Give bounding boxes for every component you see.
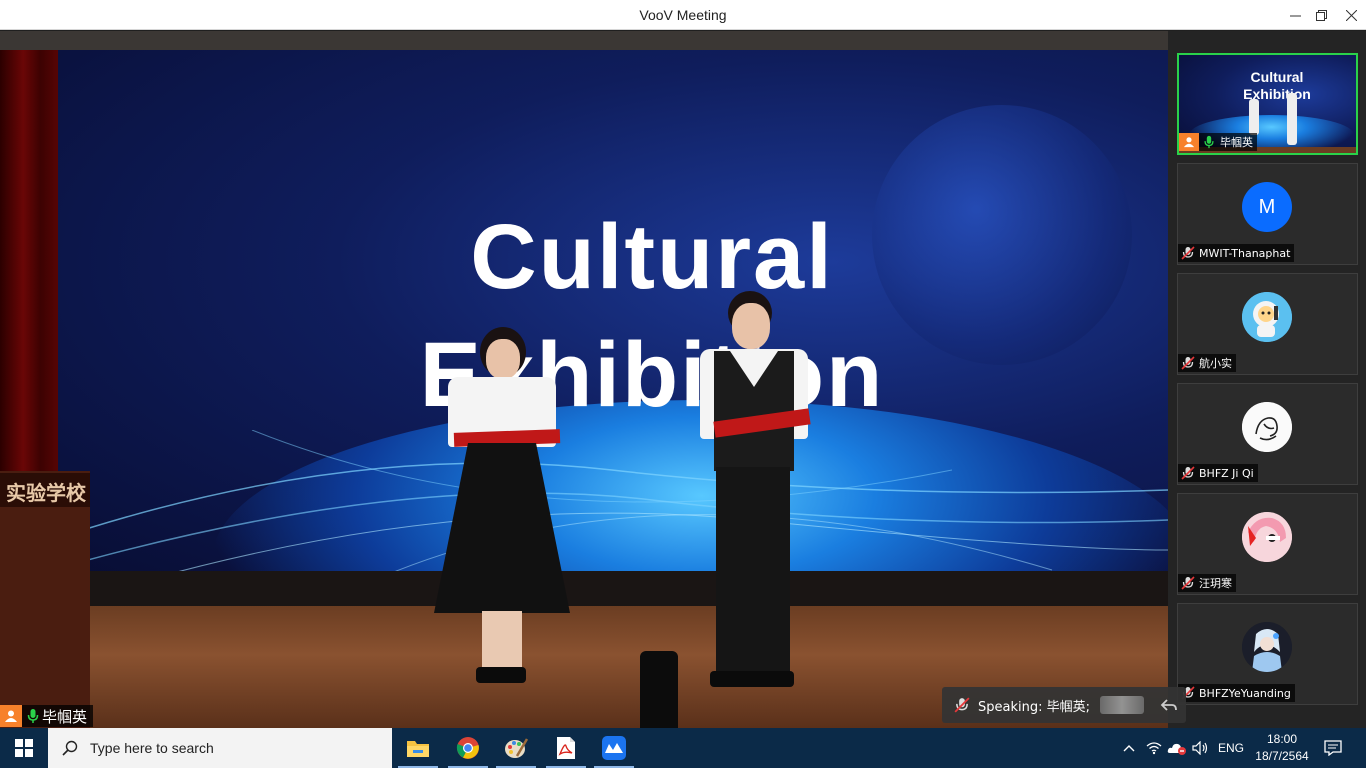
- speaking-indicator: Speaking: 毕帼英;: [942, 687, 1186, 723]
- podium-sign: 实验学校: [0, 473, 90, 507]
- participant-label: 毕帼英: [1179, 133, 1257, 151]
- camera-silhouette: [640, 651, 678, 728]
- close-icon: [1345, 9, 1357, 21]
- paint-icon: [505, 738, 528, 758]
- microphone-on-icon: [27, 709, 39, 723]
- participant-label: BHFZYeYuanding: [1178, 684, 1295, 702]
- file-explorer-icon: [407, 741, 429, 757]
- chevron-up-icon: [1123, 745, 1135, 752]
- active-speaker-label: 毕帼英: [0, 705, 94, 727]
- reply-icon[interactable]: [1160, 696, 1178, 714]
- start-button[interactable]: [0, 728, 48, 768]
- podium: [0, 471, 90, 728]
- close-button[interactable]: [1336, 0, 1366, 30]
- participant-tile[interactable]: M MWIT-Thanaphat: [1177, 163, 1358, 265]
- network-button[interactable]: [1144, 728, 1164, 768]
- stage-ceiling: [0, 31, 1168, 50]
- search-placeholder: Type here to search: [90, 740, 214, 756]
- participant-name: BHFZYeYuanding: [1199, 686, 1291, 700]
- window-title: VooV Meeting: [639, 7, 727, 23]
- action-center-button[interactable]: [1318, 728, 1348, 768]
- microphone-muted-icon: [1181, 466, 1195, 480]
- chrome-icon: [456, 737, 479, 759]
- participant-tile[interactable]: BHFZ Ji Qi: [1177, 383, 1358, 485]
- voov-meeting-icon: [602, 736, 626, 760]
- planet-graphic: [872, 105, 1132, 365]
- participant-tile[interactable]: Cultural Exhibition 毕帼英: [1177, 53, 1358, 155]
- microphone-muted-icon: [1181, 246, 1195, 260]
- microphone-muted-icon: [1181, 356, 1195, 370]
- microphone-muted-icon: [1181, 576, 1195, 590]
- participant-label: MWIT-Thanaphat: [1178, 244, 1295, 262]
- search-icon: [62, 740, 78, 756]
- user-avatar-icon: [1179, 133, 1199, 151]
- main-video[interactable]: Cultural Exhibition 实验学校 毕帼英: [0, 31, 1168, 728]
- microphone-on-icon: [1204, 135, 1214, 149]
- taskbar-voov-meeting[interactable]: [590, 728, 638, 768]
- restore-button[interactable]: [1306, 0, 1336, 30]
- taskbar-search-box[interactable]: Type here to search: [48, 728, 392, 768]
- notification-icon: [1324, 740, 1342, 756]
- active-speaker-name: 毕帼英: [42, 707, 88, 726]
- participant-tile[interactable]: 汪玥寒: [1177, 493, 1358, 595]
- taskbar-clock[interactable]: 18:00 18/7/2564: [1250, 731, 1314, 765]
- windows-taskbar: Type here to search ENG 18:00 18/7/2564: [0, 728, 1366, 768]
- windows-logo-icon: [15, 739, 33, 757]
- volume-button[interactable]: [1190, 728, 1212, 768]
- astronaut-avatar-icon: [1242, 292, 1292, 342]
- taskbar-paint[interactable]: [492, 728, 540, 768]
- participant-name: MWIT-Thanaphat: [1199, 246, 1291, 260]
- participant-tile[interactable]: BHFZYeYuanding: [1177, 603, 1358, 705]
- input-language-button[interactable]: ENG: [1214, 728, 1248, 768]
- title-bar: VooV Meeting: [0, 0, 1366, 30]
- participant-name: 汪玥寒: [1199, 577, 1232, 590]
- participant-label: 航小实: [1178, 354, 1236, 372]
- thumbnail-slide-title: Cultural Exhibition: [1243, 69, 1311, 102]
- participant-tile[interactable]: 航小实: [1177, 273, 1358, 375]
- stage-front-edge: [58, 571, 1168, 611]
- speaker-icon: [1192, 741, 1208, 755]
- minimize-icon: [1289, 15, 1301, 16]
- cloud-error-icon: [1167, 743, 1186, 755]
- onedrive-button[interactable]: [1166, 728, 1188, 768]
- presenter-female: [430, 321, 580, 701]
- participant-label: BHFZ Ji Qi: [1178, 464, 1258, 482]
- participant-name: 毕帼英: [1220, 136, 1253, 149]
- participant-label: 汪玥寒: [1178, 574, 1236, 592]
- blurred-names: [1100, 696, 1144, 714]
- wifi-icon: [1146, 742, 1162, 755]
- participant-name: BHFZ Ji Qi: [1199, 466, 1254, 480]
- taskbar-file-explorer[interactable]: [394, 728, 442, 768]
- presenter-male: [690, 287, 830, 707]
- speaking-text: Speaking: 毕帼英;: [978, 699, 1090, 715]
- stage-backdrop-screen: Cultural Exhibition: [52, 50, 1168, 580]
- participant-name: 航小实: [1199, 357, 1232, 370]
- sketch-hand-avatar-icon: [1242, 402, 1292, 452]
- anime-girl-avatar-icon: [1242, 512, 1292, 562]
- participant-sidebar: Cultural Exhibition 毕帼英 M MWIT-Thanaphat: [1168, 31, 1366, 728]
- anime-character-avatar-icon: [1242, 622, 1292, 672]
- taskbar-acrobat[interactable]: [542, 728, 590, 768]
- letter-avatar: M: [1242, 182, 1292, 232]
- acrobat-icon: [557, 737, 575, 759]
- clock-time: 18:00: [1266, 732, 1298, 746]
- restore-icon: [1315, 9, 1327, 21]
- show-hidden-icons-button[interactable]: [1118, 728, 1140, 768]
- microphone-muted-icon[interactable]: [954, 697, 970, 713]
- network-lines-graphic: [52, 430, 1168, 580]
- clock-date: 18/7/2564: [1255, 749, 1309, 763]
- user-avatar-icon: [0, 705, 22, 727]
- taskbar-chrome[interactable]: [444, 728, 492, 768]
